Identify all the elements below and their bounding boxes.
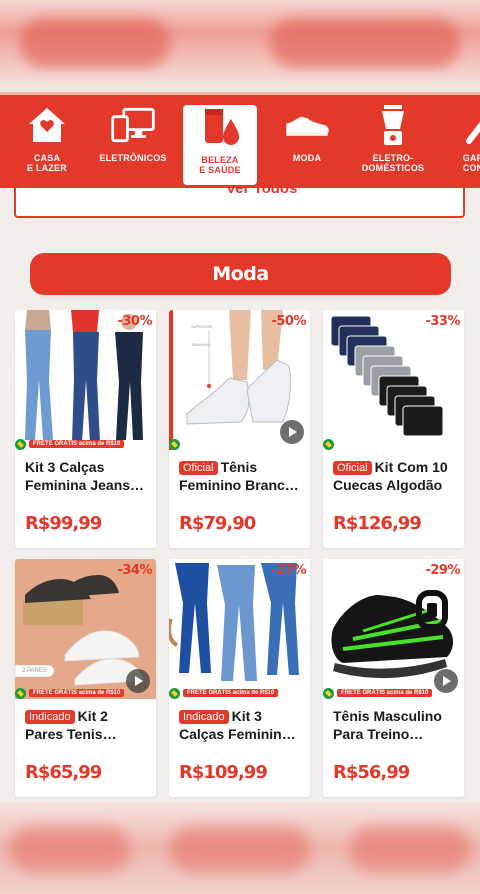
category-label: ELETRO- DOMÉSTICOS bbox=[361, 153, 425, 173]
brazil-flag-icon bbox=[323, 438, 334, 450]
product-title[interactable]: Oficial Kit Com 10 Cuecas Algodão bbox=[333, 458, 457, 494]
product-price: R$79,90 bbox=[179, 513, 256, 534]
category-eletronicos[interactable]: ELETRÔNICOS bbox=[94, 103, 172, 187]
discount-badge: -30% bbox=[117, 314, 152, 329]
product-card[interactable]: SUPERIOR TAMANHO -50% Oficial Tênis Femini… bbox=[169, 310, 310, 548]
category-eletrodomesticos[interactable]: ELETRO- DOMÉSTICOS bbox=[354, 103, 432, 187]
product-tag: Indicado bbox=[179, 710, 229, 724]
tools-icon bbox=[455, 103, 480, 147]
house-icon bbox=[23, 103, 71, 147]
brazil-flag-icon bbox=[323, 687, 334, 699]
category-label: BELEZA E SAÚDE bbox=[199, 155, 241, 175]
category-label: MODA bbox=[292, 153, 322, 163]
category-beleza-e-saude[interactable]: BELEZA E SAÚDE bbox=[183, 105, 257, 185]
shipping-bar: FRETE GRÁTIS acima de R$10 bbox=[15, 438, 125, 450]
product-title-text: Kit 3 Calças Feminina Jeans Cintura Alta bbox=[25, 459, 131, 493]
shipping-bar bbox=[169, 438, 180, 450]
product-card[interactable]: -30% FRETE GRÁTIS acima de R$10 Kit 3 Ca… bbox=[15, 310, 156, 548]
play-icon[interactable] bbox=[434, 669, 458, 693]
product-title[interactable]: IndicadoKit 2 Pares Tenis Feminino bbox=[25, 707, 149, 743]
product-tag: Indicado bbox=[25, 710, 75, 724]
category-label: GARA CONST bbox=[462, 153, 480, 173]
beauty-icon bbox=[196, 105, 244, 149]
category-moda[interactable]: MODA bbox=[268, 103, 346, 187]
product-image[interactable] bbox=[15, 310, 156, 450]
partial-banner-text: Ver Todos bbox=[226, 188, 298, 197]
shipping-bar: FRETE GRÁTIS acima de R$10 bbox=[169, 687, 279, 699]
discount-badge: -29% bbox=[425, 563, 460, 578]
section-title: Moda bbox=[30, 253, 451, 295]
brazil-flag-icon bbox=[15, 687, 26, 699]
product-tag: Oficial bbox=[333, 461, 372, 475]
brazil-flag-icon bbox=[169, 438, 180, 450]
partial-banner[interactable]: Ver Todos bbox=[14, 188, 465, 218]
product-title-text: Tênis Masculino Para Treino Academia bbox=[333, 708, 442, 742]
category-garagem-construcao[interactable]: GARA CONST bbox=[440, 103, 480, 187]
free-shipping-label: FRETE GRÁTIS acima de R$10 bbox=[29, 440, 125, 448]
free-shipping-label: FRETE GRÁTIS acima de R$10 bbox=[29, 689, 125, 697]
blender-icon bbox=[369, 103, 417, 147]
svg-text:TAMANHO: TAMANHO bbox=[191, 342, 211, 347]
play-icon[interactable] bbox=[126, 669, 150, 693]
category-bar: CASA E LAZER ELETRÔNICOS BELEZA E SAÚDE … bbox=[0, 92, 480, 188]
product-card[interactable]: -27% FRETE GRÁTIS acima de R$10 Indicado… bbox=[169, 559, 310, 797]
product-title[interactable]: OficialTênis Feminino Branco Casual bbox=[179, 458, 303, 494]
blurred-header-backdrop bbox=[0, 0, 480, 92]
product-title[interactable]: Tênis Masculino Para Treino Academia bbox=[333, 707, 457, 743]
discount-badge: -34% bbox=[117, 563, 152, 578]
product-tag: Oficial bbox=[179, 461, 218, 475]
discount-badge: -50% bbox=[271, 314, 306, 329]
category-label: ELETRÔNICOS bbox=[99, 153, 167, 163]
shipping-bar: FRETE GRÁTIS acima de R$10 bbox=[15, 687, 125, 699]
product-card[interactable]: -29% FRETE GRÁTIS acima de R$10 Tênis Ma… bbox=[323, 559, 464, 797]
product-price: R$126,99 bbox=[333, 513, 422, 534]
product-title[interactable]: Kit 3 Calças Feminina Jeans Cintura Alta bbox=[25, 458, 149, 494]
shipping-bar: FRETE GRÁTIS acima de R$10 bbox=[323, 687, 433, 699]
brazil-flag-icon bbox=[15, 438, 26, 450]
free-shipping-label: FRETE GRÁTIS acima de R$10 bbox=[337, 689, 433, 697]
product-image[interactable] bbox=[169, 559, 310, 699]
svg-text:SUPERIOR: SUPERIOR bbox=[191, 324, 212, 329]
category-casa-e-lazer[interactable]: CASA E LAZER bbox=[8, 103, 86, 187]
discount-badge: -33% bbox=[425, 314, 460, 329]
sneaker-icon bbox=[283, 103, 331, 147]
product-title[interactable]: IndicadoKit 3 Calças Feminina Jeans bbox=[179, 707, 303, 743]
brazil-flag-icon bbox=[169, 687, 180, 699]
product-image[interactable] bbox=[323, 310, 464, 450]
pairs-badge: 2 PARES bbox=[15, 665, 54, 677]
play-icon[interactable] bbox=[280, 420, 304, 444]
product-price: R$99,99 bbox=[25, 513, 102, 534]
discount-badge: -27% bbox=[271, 563, 306, 578]
devices-icon bbox=[109, 103, 157, 147]
shipping-bar bbox=[323, 438, 334, 450]
category-label: CASA E LAZER bbox=[27, 153, 67, 173]
product-price: R$65,99 bbox=[25, 762, 102, 783]
product-price: R$109,99 bbox=[179, 762, 268, 783]
free-shipping-label: FRETE GRÁTIS acima de R$10 bbox=[183, 689, 279, 697]
product-card[interactable]: -34% 2 PARES FRETE GRÁTIS acima de R$10 I… bbox=[15, 559, 156, 797]
blurred-footer-backdrop bbox=[0, 802, 480, 894]
product-card[interactable]: -33% Oficial Kit Com 10 Cuecas Algodão R$1… bbox=[323, 310, 464, 548]
product-price: R$56,99 bbox=[333, 762, 410, 783]
